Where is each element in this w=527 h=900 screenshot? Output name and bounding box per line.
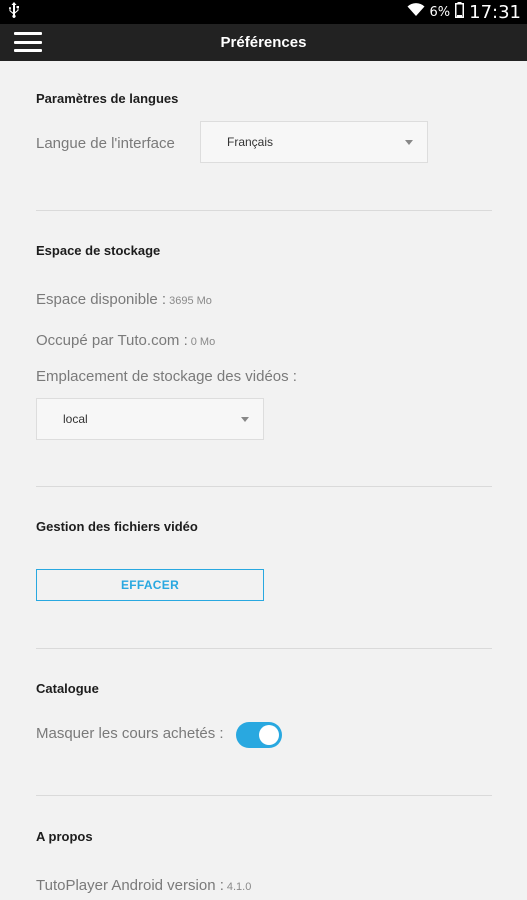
battery-icon	[455, 1, 465, 23]
interface-language-label: Langue de l'interface	[36, 135, 175, 152]
storage-location-select[interactable]: local	[36, 398, 264, 440]
available-space-value: 3695 Mo	[169, 295, 212, 307]
available-space-row: Espace disponible :3695 Mo	[36, 291, 212, 308]
divider	[36, 795, 492, 796]
section-title-video-files: Gestion des fichiers vidéo	[36, 519, 198, 534]
section-title-storage: Espace de stockage	[36, 243, 161, 258]
storage-location-label: Emplacement de stockage des vidéos :	[36, 368, 297, 385]
divider	[36, 648, 492, 649]
interface-language-value: Français	[227, 135, 274, 149]
divider	[36, 210, 492, 211]
used-space-label: Occupé par Tuto.com :	[36, 332, 188, 349]
battery-percent: 6%	[429, 4, 451, 20]
section-title-catalogue: Catalogue	[36, 681, 99, 696]
available-space-label: Espace disponible :	[36, 291, 167, 308]
app-version-value: 4.1.0	[226, 881, 252, 893]
section-title-language: Paramètres de langues	[36, 91, 179, 106]
usb-icon	[8, 1, 20, 23]
divider	[36, 486, 492, 487]
hide-purchased-label: Masquer les cours achetés :	[36, 725, 224, 742]
section-title-about: A propos	[36, 829, 93, 844]
app-bar: Préférences	[0, 24, 527, 61]
status-bar: 6% 17:31	[0, 0, 527, 24]
interface-language-select[interactable]: Français	[200, 121, 428, 163]
used-space-value: 0 Mo	[190, 336, 216, 348]
toggle-knob	[259, 725, 279, 745]
chevron-down-icon	[241, 417, 249, 422]
app-version-label: TutoPlayer Android version :	[36, 877, 224, 894]
storage-location-value: local	[63, 412, 88, 426]
wifi-icon	[407, 2, 425, 22]
page-title: Préférences	[220, 34, 307, 51]
hide-purchased-toggle[interactable]	[236, 722, 282, 748]
used-space-row: Occupé par Tuto.com :0 Mo	[36, 332, 215, 349]
hamburger-menu-icon[interactable]	[14, 32, 42, 52]
clock-time: 17:31	[469, 1, 521, 23]
app-version-row: TutoPlayer Android version :4.1.0	[36, 877, 251, 894]
chevron-down-icon	[405, 140, 413, 145]
clear-videos-button[interactable]: EFFACER	[36, 569, 264, 601]
